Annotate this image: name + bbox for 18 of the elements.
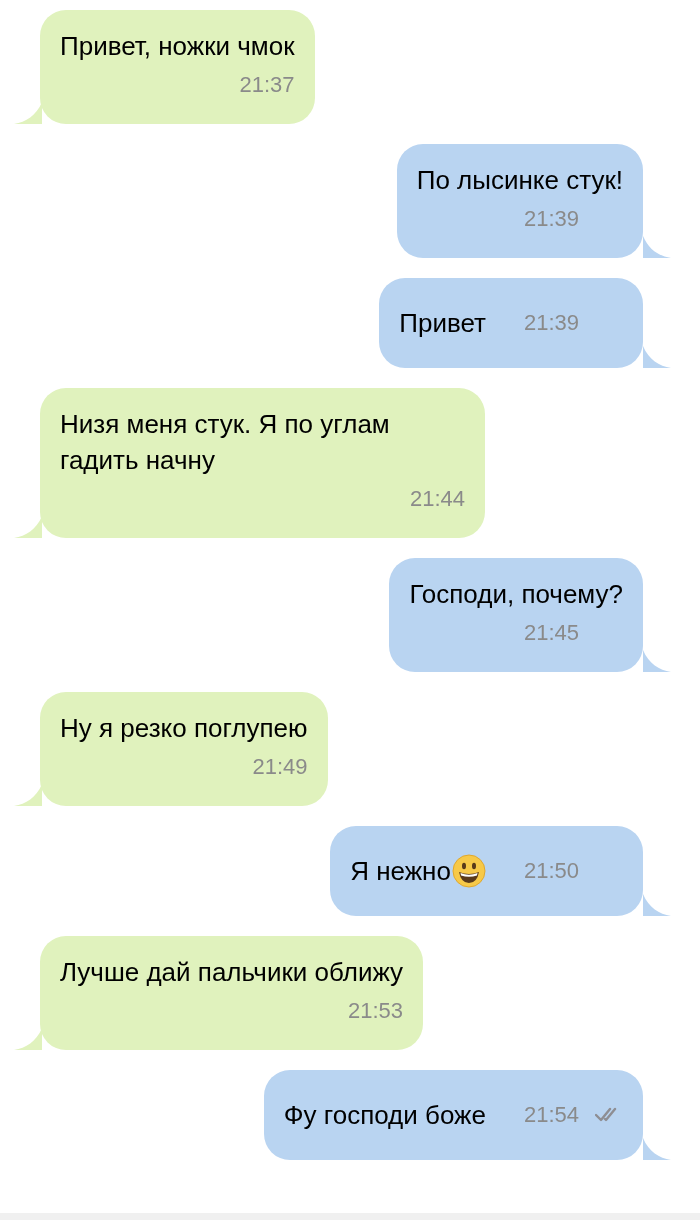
message-text: Привет: [399, 307, 486, 340]
message-text: По лысинке стук!: [416, 164, 623, 197]
message-time: 21:50: [523, 857, 579, 885]
message-text: Я нежно: [350, 855, 451, 888]
message-time: 21:37: [239, 71, 295, 99]
message-text: Ну я резко поглупею: [60, 712, 308, 745]
message-time: 21:45: [523, 619, 579, 647]
message-text: Лучше дай пальчики оближу: [60, 956, 404, 989]
message-text: Господи, почему?: [409, 578, 623, 611]
message-time: 21:39: [523, 309, 579, 337]
message-text: Низя меня стук. Я по углам гадить начну: [60, 408, 391, 477]
message-time: 21:54: [523, 1101, 579, 1129]
message-text: Фу господи боже: [283, 1099, 486, 1132]
message-time: 21:53: [348, 997, 404, 1025]
message-time: 21:49: [252, 753, 308, 781]
message-text: Привет, ножки чмок: [60, 30, 295, 63]
message-time: 21:44: [409, 485, 465, 513]
message-time: 21:39: [523, 205, 579, 233]
